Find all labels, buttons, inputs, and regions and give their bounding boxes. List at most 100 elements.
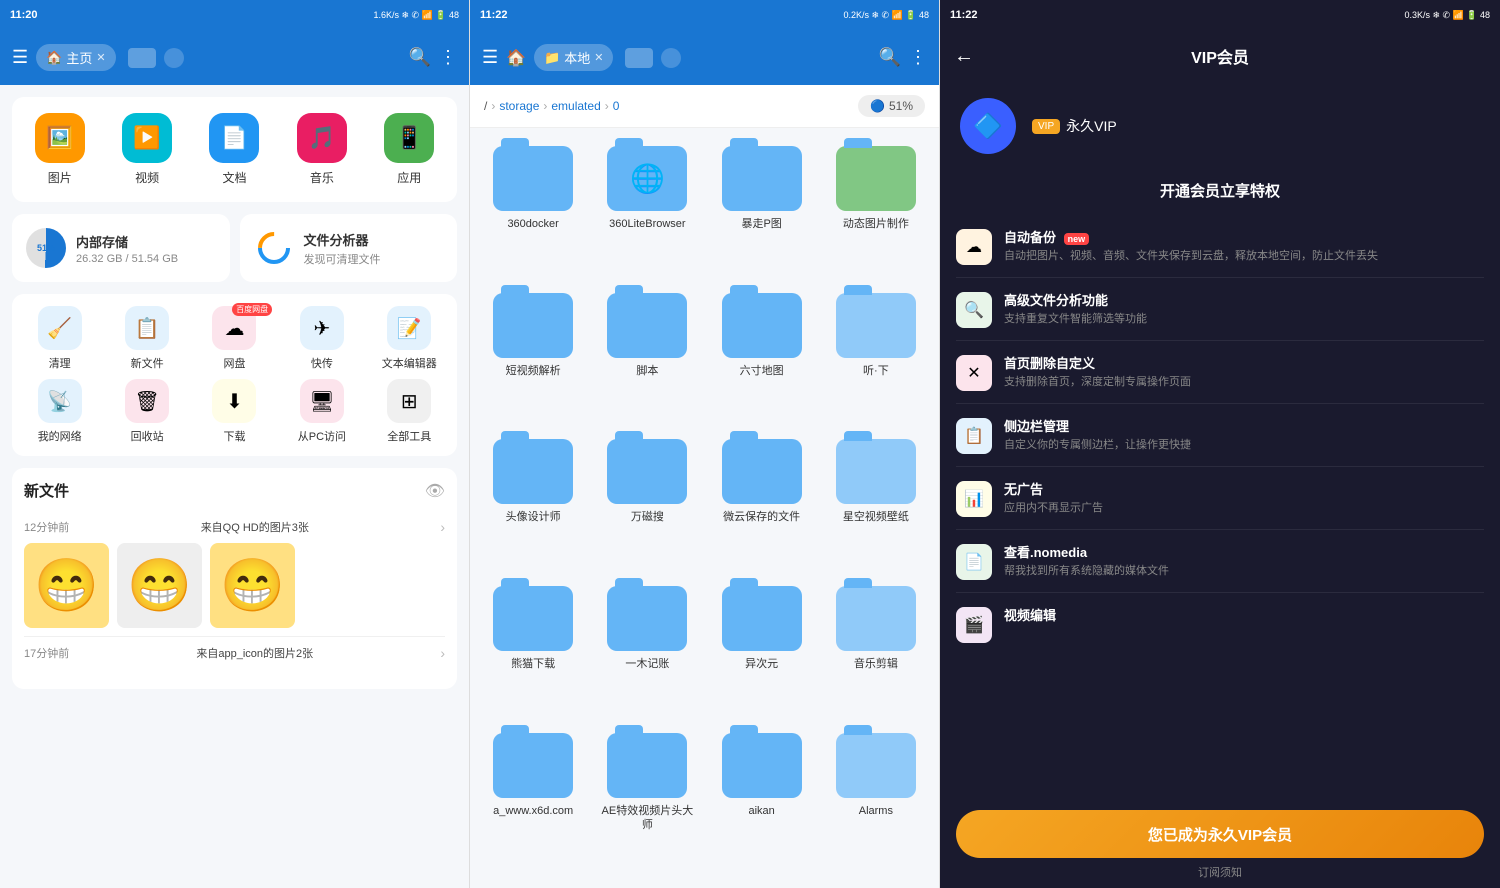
tool-trash[interactable]: 🗑 回收站 xyxy=(107,379,186,444)
folder-alarms[interactable]: Alarms xyxy=(821,723,931,880)
netdisk-badge: 百度网盘 xyxy=(232,303,272,316)
menu-icon-1[interactable]: ☰ xyxy=(12,47,28,68)
vip-button[interactable]: 您已成为永久VIP会员 xyxy=(956,810,1484,858)
folder-touxiang[interactable]: 头像设计师 xyxy=(478,429,588,572)
folder-icon-xiongmao xyxy=(493,586,573,651)
tool-netdisk[interactable]: ☁ 百度网盘 网盘 xyxy=(195,306,274,371)
folder-icon-xingkong xyxy=(836,439,916,504)
home-nav-icon-2[interactable]: 🏠 xyxy=(506,48,526,68)
arrow-right-1[interactable]: › xyxy=(440,519,445,535)
docs-label: 文档 xyxy=(222,169,246,186)
more-icon-2[interactable]: ⋮ xyxy=(909,47,927,68)
folder-icon-yimujizhang xyxy=(607,586,687,651)
more-icon-1[interactable]: ⋮ xyxy=(439,47,457,68)
folder-icon-yiciyuan xyxy=(722,586,802,651)
home-tab[interactable]: 🏠 主页 ✕ xyxy=(36,44,115,71)
time-1: 11:20 xyxy=(10,9,38,21)
folder-icon-touxiang xyxy=(493,439,573,504)
breadcrumb-0[interactable]: 0 xyxy=(613,99,620,113)
360lite-inner-icon: 🌐 xyxy=(630,162,665,195)
folder-yimujizhang[interactable]: 一木记账 xyxy=(592,576,702,719)
tool-alltools[interactable]: ⊞ 全部工具 xyxy=(370,379,449,444)
thumb-1-3[interactable]: 😁 xyxy=(210,543,295,628)
category-docs[interactable]: 📄 文档 xyxy=(195,113,274,186)
folder-baopaotu[interactable]: 暴走P图 xyxy=(707,136,817,279)
menu-icon-2[interactable]: ☰ xyxy=(482,47,498,68)
tool-download[interactable]: ⬇ 下载 xyxy=(195,379,274,444)
folder-aetexiao[interactable]: AE特效视频片头大师 xyxy=(592,723,702,880)
folder-label-dongtai: 动态图片制作 xyxy=(843,217,909,231)
file-group-2-header: 17分钟前 来自app_icon的图片2张 › xyxy=(24,645,445,661)
breadcrumb-storage[interactable]: storage xyxy=(499,99,539,113)
folder-xingkong[interactable]: 星空视频壁纸 xyxy=(821,429,931,572)
tool-newfile[interactable]: 📋 新文件 xyxy=(107,306,186,371)
folder-icon-weiyun xyxy=(722,439,802,504)
local-tab-close[interactable]: ✕ xyxy=(594,51,603,64)
folder-icon-alarms xyxy=(836,733,916,798)
folder-weiyun[interactable]: 微云保存的文件 xyxy=(707,429,817,572)
folder-tingxia[interactable]: 听·下 xyxy=(821,283,931,426)
search-icon-2[interactable]: 🔍 xyxy=(879,47,901,68)
transfer-icon: ✈ xyxy=(300,306,344,350)
sidebar-icon: 📋 xyxy=(956,418,992,454)
folder-wancisou[interactable]: 万磁搜 xyxy=(592,429,702,572)
folder-icon-duanshipin xyxy=(493,293,573,358)
category-videos[interactable]: ▶️ 视频 xyxy=(107,113,186,186)
folder-icon-baopaotu xyxy=(722,146,802,211)
vip-footer: 您已成为永久VIP会员 订阅须知 xyxy=(940,798,1500,888)
folder-label-duanshipin: 短视频解析 xyxy=(506,364,561,378)
panel-switch[interactable] xyxy=(128,48,156,68)
folder-icon-tingxia xyxy=(836,293,916,358)
tool-texteditor[interactable]: 📝 文本编辑器 xyxy=(370,306,449,371)
cloud-icon-2[interactable] xyxy=(661,48,681,68)
folder-yiciyuan[interactable]: 异次元 xyxy=(707,576,817,719)
folder-xiongmao[interactable]: 熊猫下载 xyxy=(478,576,588,719)
folder-360litebrowser[interactable]: 🌐 360LiteBrowser xyxy=(592,136,702,279)
folder-label-yimujizhang: 一木记账 xyxy=(625,657,669,671)
arrow-right-2[interactable]: › xyxy=(440,645,445,661)
folder-yinyuejianji[interactable]: 音乐剪辑 xyxy=(821,576,931,719)
folder-aikan[interactable]: aikan xyxy=(707,723,817,880)
tool-pcaccess[interactable]: 🖥 从PC访问 xyxy=(282,379,361,444)
nomedia-desc: 帮我找到所有系统隐藏的媒体文件 xyxy=(1004,564,1169,579)
folder-360docker[interactable]: 360docker xyxy=(478,136,588,279)
search-icon-1[interactable]: 🔍 xyxy=(409,47,431,68)
vip-sub-text[interactable]: 订阅须知 xyxy=(956,864,1484,880)
local-tab[interactable]: 📁 本地 ✕ xyxy=(534,44,613,71)
folder-liucunditu[interactable]: 六寸地图 xyxy=(707,283,817,426)
music-label: 音乐 xyxy=(310,169,334,186)
category-photos[interactable]: 🖼️ 图片 xyxy=(20,113,99,186)
analyzer-card[interactable]: 文件分析器 发现可清理文件 xyxy=(240,214,458,282)
folder-dongtai[interactable]: 动态图片制作 xyxy=(821,136,931,279)
vip-title: VIP会员 xyxy=(1191,44,1249,68)
category-apps[interactable]: 📱 应用 xyxy=(370,113,449,186)
folder-jiaobeng[interactable]: 脚本 xyxy=(592,283,702,426)
videoeditor-title: 视频编辑 xyxy=(1004,605,1056,624)
sidebar-desc: 自定义你的专属侧边栏，让操作更快捷 xyxy=(1004,438,1191,453)
back-button[interactable]: ← xyxy=(954,45,974,68)
folder-tab-icon: 📁 xyxy=(544,50,560,66)
tool-network[interactable]: 📡 我的网络 xyxy=(20,379,99,444)
folder-label-awww: a_www.x6d.com xyxy=(493,804,573,818)
thumb-1-2[interactable]: 😁 xyxy=(117,543,202,628)
vip-user-info: VIP 永久VIP xyxy=(1028,116,1117,136)
breadcrumb-emulated[interactable]: emulated xyxy=(551,99,600,113)
homepage-desc: 支持删除首页，深度定制专属操作页面 xyxy=(1004,375,1191,390)
category-music[interactable]: 🎵 音乐 xyxy=(282,113,361,186)
internal-storage-card[interactable]: 51% 内部存储 26.32 GB / 51.54 GB xyxy=(12,214,230,282)
folder-awww[interactable]: a_www.x6d.com xyxy=(478,723,588,880)
thumb-1-1[interactable]: 😁 xyxy=(24,543,109,628)
cloud-icon[interactable] xyxy=(164,48,184,68)
home-tab-close[interactable]: ✕ xyxy=(96,51,105,64)
folder-duanshipin[interactable]: 短视频解析 xyxy=(478,283,588,426)
backup-text: 自动备份 new 自动把图片、视频、音频、文件夹保存到云盘，释放本地空间，防止文… xyxy=(1004,227,1378,264)
pcaccess-icon: 🖥 xyxy=(300,379,344,423)
panel-switch-2[interactable] xyxy=(625,48,653,68)
analysis-desc: 支持重复文件智能筛选等功能 xyxy=(1004,312,1147,327)
tool-clean[interactable]: 🧹 清理 xyxy=(20,306,99,371)
breadcrumb-slash: / xyxy=(484,99,487,113)
vip-section-title: 开通会员立享特权 xyxy=(940,170,1500,215)
noad-desc: 应用内不再显示广告 xyxy=(1004,501,1103,516)
tool-transfer[interactable]: ✈ 快传 xyxy=(282,306,361,371)
folder-label-aetexiao: AE特效视频片头大师 xyxy=(596,804,698,833)
